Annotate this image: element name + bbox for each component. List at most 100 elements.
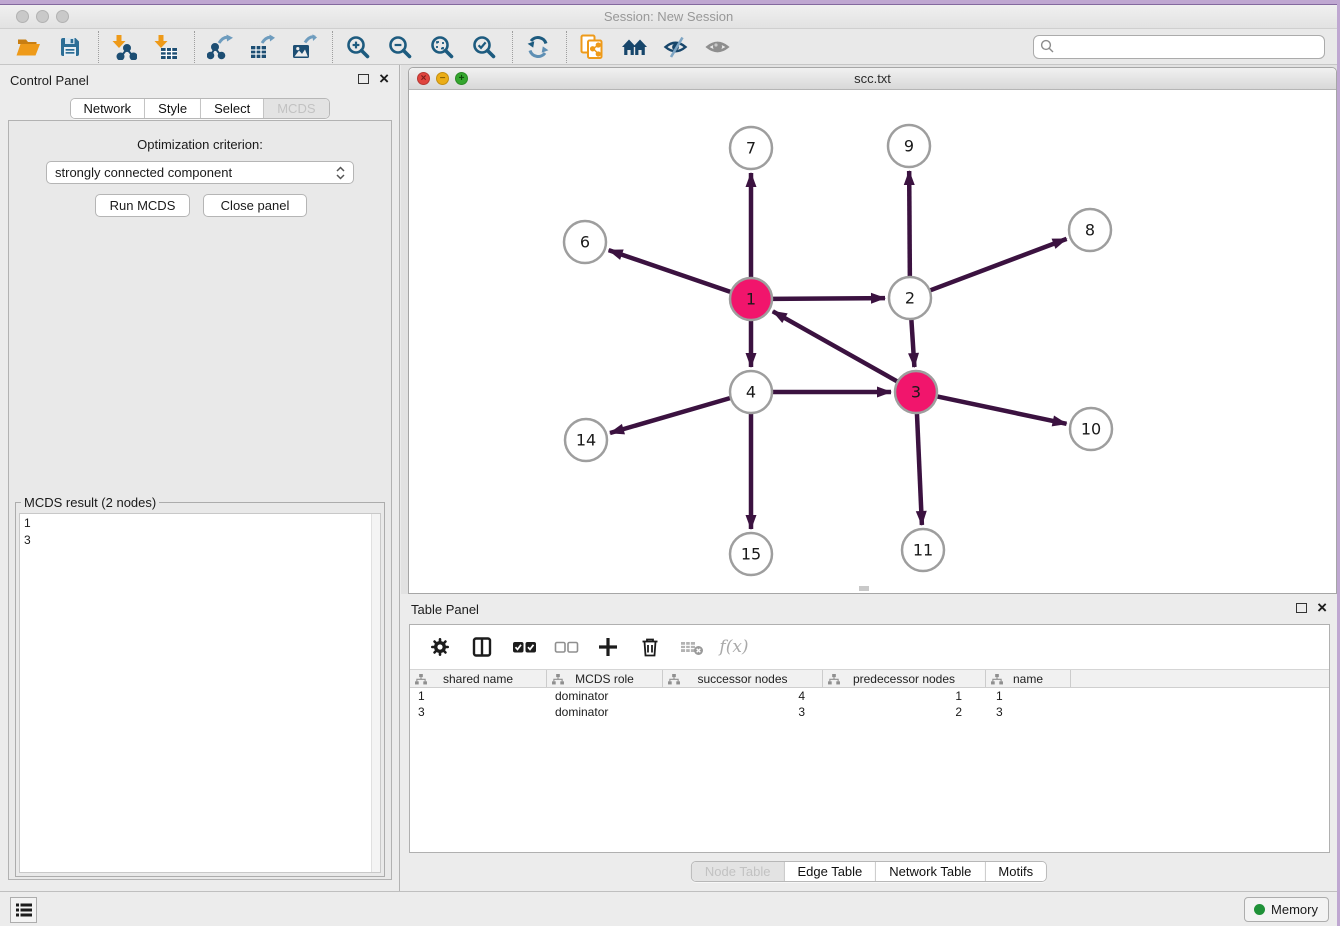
zoom-out-button[interactable] — [384, 32, 416, 62]
column-header-predecessor-nodes[interactable]: predecessor nodes — [823, 670, 986, 687]
cell-MCDS-role[interactable]: dominator — [547, 704, 663, 720]
tab-motifs[interactable]: Motifs — [985, 862, 1046, 881]
control-panel-float-button[interactable] — [358, 74, 369, 84]
control-panel-tabbar: NetworkStyleSelectMCDS — [69, 98, 329, 119]
zoom-selected-button[interactable] — [468, 32, 500, 62]
graph-node-7[interactable]: 7 — [730, 127, 772, 169]
gear-icon — [428, 635, 452, 659]
network-canvas[interactable]: 1 2 3 4 6 7 8 9 10 11 14 15 — [409, 90, 1336, 593]
cell-predecessor-nodes[interactable]: 1 — [823, 688, 986, 704]
column-header-shared-name[interactable]: shared name — [410, 670, 547, 687]
cell-successor-nodes[interactable]: 4 — [663, 688, 823, 704]
tab-node-table[interactable]: Node Table — [692, 862, 785, 881]
graph-edge-2-3[interactable] — [911, 319, 914, 367]
deselect-all-columns-button[interactable] — [552, 633, 580, 661]
mcds-result-scrollbar[interactable] — [371, 514, 380, 872]
graph-node-10[interactable]: 10 — [1070, 408, 1112, 450]
graph-edge-3-10[interactable] — [937, 396, 1067, 423]
network-scrollbar-thumb[interactable] — [859, 586, 869, 591]
graph-edge-2-9[interactable] — [909, 171, 910, 277]
graph-node-9[interactable]: 9 — [888, 125, 930, 167]
column-header-name[interactable]: name — [986, 670, 1071, 687]
tab-edge-table[interactable]: Edge Table — [784, 862, 876, 881]
graph-node-1[interactable]: 1 — [730, 278, 772, 320]
column-header-MCDS-role[interactable]: MCDS role — [547, 670, 663, 687]
first-neighbors-button[interactable] — [618, 32, 650, 62]
show-hide-graphics-button[interactable] — [660, 32, 692, 62]
graph-node-14[interactable]: 14 — [565, 419, 607, 461]
control-panel-close-button[interactable]: × — [379, 73, 389, 85]
cell-successor-nodes[interactable]: 3 — [663, 704, 823, 720]
graph-edge-4-14[interactable] — [610, 398, 731, 433]
table-panel-float-button[interactable] — [1296, 603, 1307, 613]
table-row[interactable]: 3dominator323 — [410, 704, 1329, 720]
tab-network-table[interactable]: Network Table — [876, 862, 985, 881]
graph-node-15[interactable]: 15 — [730, 533, 772, 575]
graph-node-2[interactable]: 2 — [889, 277, 931, 319]
import-table-button[interactable] — [150, 32, 182, 62]
optimization-criterion-label: Optimization criterion: — [9, 137, 391, 152]
close-panel-button[interactable]: Close panel — [203, 194, 307, 217]
duplicate-network-button[interactable] — [576, 32, 608, 62]
search-field[interactable] — [1033, 35, 1325, 59]
cell-MCDS-role[interactable]: dominator — [547, 688, 663, 704]
import-network-button[interactable] — [108, 32, 140, 62]
select-all-columns-button[interactable] — [510, 633, 538, 661]
window-title: Session: New Session — [0, 9, 1337, 24]
main-toolbar — [0, 29, 1337, 65]
svg-text:14: 14 — [576, 431, 596, 450]
tab-network[interactable]: Network — [70, 99, 145, 118]
tab-mcds[interactable]: MCDS — [264, 99, 328, 118]
export-image-icon — [291, 34, 317, 60]
criterion-select[interactable]: strongly connected component — [46, 161, 354, 184]
zoom-out-icon — [387, 34, 413, 60]
graph-edge-1-2[interactable] — [772, 298, 885, 299]
graph-edge-2-8[interactable] — [930, 239, 1067, 291]
graph-node-6[interactable]: 6 — [564, 221, 606, 263]
graph-edge-1-6[interactable] — [609, 250, 731, 292]
svg-text:4: 4 — [746, 383, 756, 402]
refresh-layout-button[interactable] — [522, 32, 554, 62]
search-input[interactable] — [1059, 37, 1318, 57]
open-file-button[interactable] — [12, 32, 44, 62]
export-image-button[interactable] — [288, 32, 320, 62]
export-network-button[interactable] — [204, 32, 236, 62]
cell-predecessor-nodes[interactable]: 2 — [823, 704, 986, 720]
cell-shared-name[interactable]: 1 — [410, 688, 547, 704]
mcds-result-area[interactable]: 1 3 — [19, 513, 381, 873]
column-header-successor-nodes[interactable]: successor nodes — [663, 670, 823, 687]
add-entry-button[interactable] — [594, 633, 622, 661]
column-label: shared name — [443, 672, 513, 686]
graph-node-8[interactable]: 8 — [1069, 209, 1111, 251]
cell-name[interactable]: 3 — [986, 704, 1071, 720]
graph-node-11[interactable]: 11 — [902, 529, 944, 571]
memory-button[interactable]: Memory — [1244, 897, 1329, 922]
control-panel: Control Panel × NetworkStyleSelectMCDS O… — [0, 65, 400, 891]
memory-label: Memory — [1271, 902, 1318, 917]
tab-select[interactable]: Select — [201, 99, 264, 118]
cell-name[interactable]: 1 — [986, 688, 1071, 704]
window-titlebar: Session: New Session — [0, 5, 1337, 29]
tab-style[interactable]: Style — [145, 99, 201, 118]
graph-edge-3-1[interactable] — [773, 311, 898, 381]
table-panel-close-button[interactable]: × — [1317, 602, 1327, 614]
graph-node-4[interactable]: 4 — [730, 371, 772, 413]
graph-edge-3-11[interactable] — [917, 413, 922, 525]
column-sort-icon — [991, 674, 1003, 685]
export-table-button[interactable] — [246, 32, 278, 62]
search-icon — [1040, 39, 1055, 54]
graph-node-3[interactable]: 3 — [895, 371, 937, 413]
column-layout-button[interactable] — [468, 633, 496, 661]
run-mcds-button[interactable]: Run MCDS — [95, 194, 190, 217]
table-row[interactable]: 1dominator411 — [410, 688, 1329, 704]
zoom-fit-button[interactable] — [426, 32, 458, 62]
toolbar-separator — [566, 31, 567, 63]
cell-shared-name[interactable]: 3 — [410, 704, 547, 720]
task-history-button[interactable] — [10, 897, 37, 923]
column-sort-icon — [415, 674, 427, 685]
save-session-button[interactable] — [54, 32, 86, 62]
table-settings-button[interactable] — [426, 633, 454, 661]
delete-entry-button[interactable] — [636, 633, 664, 661]
houses-icon — [621, 35, 648, 59]
zoom-in-button[interactable] — [342, 32, 374, 62]
